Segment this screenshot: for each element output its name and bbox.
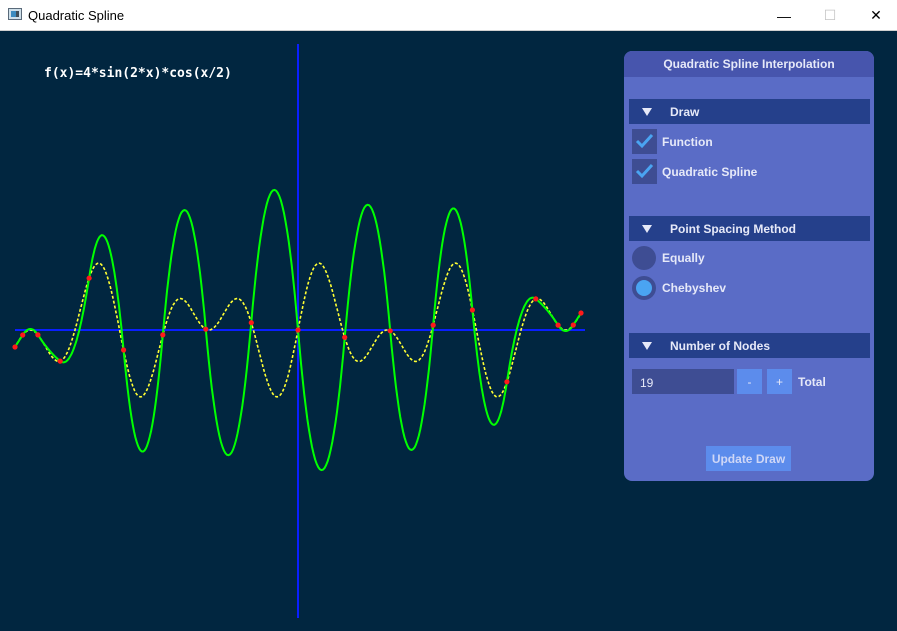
nodes-section-header[interactable]: Number of Nodes [629, 333, 870, 358]
chebyshev-radio-label: Chebyshev [662, 281, 727, 295]
draw-section-label: Draw [670, 104, 700, 119]
node-point [387, 328, 393, 334]
spacing-section-header[interactable]: Point Spacing Method [629, 216, 870, 241]
checkmark-icon [635, 163, 654, 179]
node-point [35, 332, 41, 338]
node-point [57, 358, 63, 364]
node-point [469, 307, 475, 313]
chebyshev-radio[interactable] [632, 276, 656, 300]
node-count-input[interactable]: 19 [632, 369, 734, 394]
minimize-button[interactable]: — [761, 0, 807, 31]
app-icon [8, 8, 22, 20]
node-point [160, 332, 166, 338]
function-checkbox-row[interactable]: Function [632, 129, 713, 154]
equally-radio-row[interactable]: Equally [632, 246, 705, 270]
function-formula: f(x)=4*sin(2*x)*cos(x/2) [44, 66, 232, 81]
node-point [533, 296, 539, 302]
node-point [203, 326, 209, 332]
update-draw-button[interactable]: Update Draw [706, 446, 791, 471]
control-panel: Quadratic Spline Interpolation Draw Func… [624, 51, 874, 481]
spline-checkbox-label: Quadratic Spline [662, 164, 758, 179]
spline-checkbox-row[interactable]: Quadratic Spline [632, 159, 757, 184]
panel-title: Quadratic Spline Interpolation [624, 51, 874, 77]
spacing-section-label: Point Spacing Method [670, 221, 796, 236]
close-button[interactable]: ✕ [853, 0, 897, 31]
collapse-triangle-icon [642, 224, 652, 233]
title-bar: Quadratic Spline — ☐ ✕ [0, 0, 897, 31]
plot-canvas: f(x)=4*sin(2*x)*cos(x/2) Quadratic Splin… [0, 31, 897, 631]
node-point [342, 334, 348, 340]
nodes-section-label: Number of Nodes [670, 338, 771, 353]
node-point [20, 332, 26, 338]
function-checkbox[interactable] [632, 129, 657, 154]
window-title: Quadratic Spline [28, 8, 125, 23]
equally-radio[interactable] [632, 246, 656, 270]
node-point [295, 327, 301, 333]
collapse-triangle-icon [642, 107, 652, 116]
node-point [12, 344, 18, 350]
equally-radio-label: Equally [662, 251, 705, 265]
checkmark-icon [635, 133, 654, 149]
draw-section-header[interactable]: Draw [629, 99, 870, 124]
node-point [570, 322, 576, 328]
chebyshev-radio-row[interactable]: Chebyshev [632, 276, 726, 300]
node-point [248, 320, 254, 326]
node-point [430, 322, 436, 328]
total-label: Total [798, 375, 826, 389]
node-point [86, 275, 92, 281]
function-checkbox-label: Function [662, 134, 713, 149]
node-point [504, 379, 510, 385]
maximize-button[interactable]: ☐ [807, 0, 853, 31]
node-point [121, 347, 127, 353]
spline-checkbox[interactable] [632, 159, 657, 184]
collapse-triangle-icon [642, 341, 652, 350]
decrement-button[interactable]: - [737, 369, 762, 394]
node-point [578, 310, 584, 316]
increment-button[interactable]: + [767, 369, 792, 394]
node-point [555, 322, 561, 328]
